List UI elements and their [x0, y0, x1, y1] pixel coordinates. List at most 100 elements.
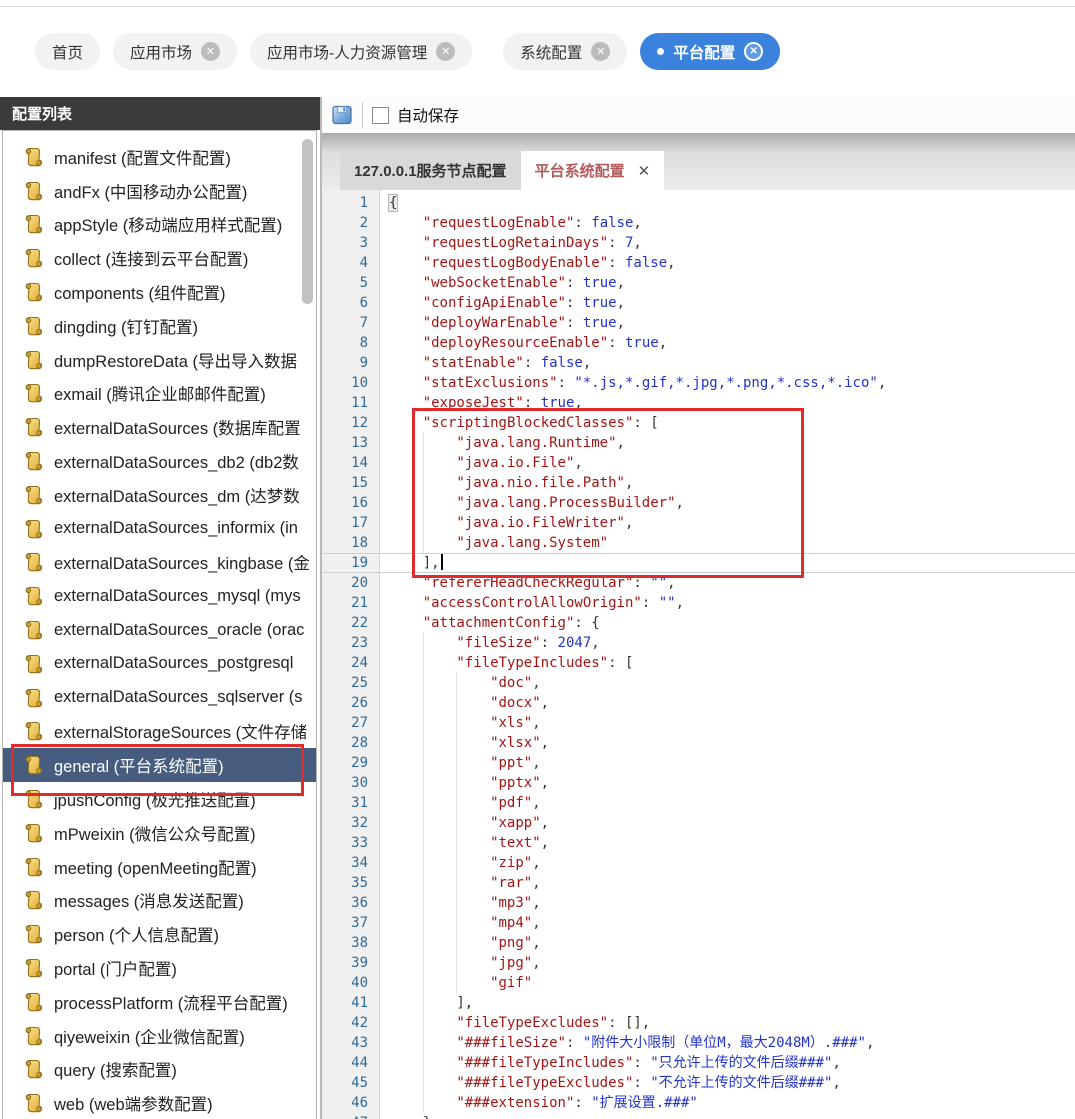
sidebar-item[interactable]: meeting (openMeeting配置) [3, 850, 316, 884]
sidebar-item[interactable]: dumpRestoreData (导出导入数据 [3, 343, 316, 377]
code-token: "fileSize" [456, 635, 541, 651]
sidebar-item[interactable]: externalDataSources_sqlserver (s [3, 681, 316, 715]
code-line[interactable]: "xls", [378, 713, 541, 733]
close-icon[interactable]: ✕ [436, 42, 456, 61]
sidebar-item[interactable]: appStyle (移动端应用样式配置) [3, 208, 316, 242]
sidebar-item[interactable]: portal (门户配置) [3, 951, 316, 985]
code-line[interactable]: "statEnable": false, [378, 353, 592, 373]
code-line[interactable]: "mp4", [378, 913, 541, 933]
code-line[interactable]: "attachmentConfig": { [378, 613, 600, 633]
code-line[interactable]: "###fileTypeIncludes": "只允许上传的文件后缀###", [378, 1053, 840, 1073]
code-line[interactable]: "requestLogEnable": false, [378, 213, 642, 233]
code-line[interactable]: "jpg", [378, 953, 541, 973]
nav-pill[interactable]: 系统配置 ✕ [503, 33, 628, 70]
nav-pill[interactable]: 首页 [35, 33, 101, 70]
code-line[interactable]: "deployWarEnable": true, [378, 313, 625, 333]
code-line[interactable]: "xapp", [378, 813, 549, 833]
sidebar-item[interactable]: externalStorageSources (文件存储 [3, 715, 316, 749]
indent-guide [389, 733, 423, 753]
code-line[interactable]: "doc", [378, 673, 541, 693]
code-line[interactable]: "java.nio.file.Path", [378, 473, 633, 493]
sidebar-item[interactable]: externalDataSources_oracle (orac [3, 613, 316, 647]
sidebar-item[interactable]: web (web端参数配置) [3, 1086, 316, 1119]
line-number: 24 [351, 655, 368, 671]
sidebar-item[interactable]: general (平台系统配置) [3, 748, 316, 783]
indent-guide [389, 1053, 423, 1073]
code-line[interactable]: "exposeJest": true, [378, 393, 583, 413]
code-line[interactable]: "pptx", [378, 773, 549, 793]
sidebar-item[interactable]: collect (连接到云平台配置) [3, 241, 316, 275]
code-line[interactable]: } [378, 1113, 431, 1119]
nav-pill[interactable]: 应用市场-人力资源管理 ✕ [250, 33, 473, 70]
code-line[interactable]: "fileTypeExcludes": [], [378, 1013, 650, 1033]
sidebar-item[interactable]: person (个人信息配置) [3, 917, 316, 951]
nav-pill[interactable]: 平台配置 ✕ [640, 33, 781, 70]
sidebar-item[interactable]: externalDataSources_mysql (mys [3, 579, 316, 613]
code-line[interactable]: "###extension": "扩展设置.###" [378, 1093, 697, 1113]
sidebar-item[interactable]: externalDataSources_informix (in [3, 512, 316, 546]
sidebar-item[interactable]: externalDataSources (数据库配置 [3, 410, 316, 444]
editor-tab[interactable]: 平台系统配置 ✕ [520, 151, 665, 190]
code-line[interactable]: "configApiEnable": true, [378, 293, 625, 313]
code-line[interactable]: "###fileTypeExcludes": "不允许上传的文件后缀###", [378, 1073, 840, 1093]
code-line[interactable]: "###fileSize": "附件大小限制（单位M，最大2048M）.###"… [378, 1033, 874, 1053]
sidebar-item[interactable]: externalDataSources_db2 (db2数 [3, 444, 316, 478]
sidebar-item[interactable]: manifest (配置文件配置) [3, 140, 316, 174]
sidebar-item[interactable]: externalDataSources_kingbase (金 [3, 546, 316, 580]
code-line[interactable]: "statExclusions": "*.js,*.gif,*.jpg,*.pn… [378, 373, 887, 393]
code-line[interactable]: "fileTypeIncludes": [ [378, 653, 633, 673]
sidebar-item[interactable]: messages (消息发送配置) [3, 884, 316, 918]
scrollbar-thumb[interactable] [302, 139, 313, 304]
code-line[interactable]: "fileSize": 2047, [378, 633, 599, 653]
code-line[interactable]: "accessControlAllowOrigin": "", [378, 593, 684, 613]
sidebar-item[interactable]: qiyeweixin (企业微信配置) [3, 1019, 316, 1053]
code-line[interactable]: "java.io.File", [378, 453, 582, 473]
code-line[interactable]: "deployResourceEnable": true, [378, 333, 667, 353]
code-line[interactable]: { [378, 193, 399, 213]
code-line[interactable]: "pdf", [378, 793, 541, 813]
code-line[interactable]: ], [378, 993, 473, 1013]
code-line[interactable]: "xlsx", [378, 733, 549, 753]
sidebar-item[interactable]: dingding (钉钉配置) [3, 309, 316, 343]
code-line[interactable]: "java.lang.ProcessBuilder", [378, 493, 684, 513]
code-line[interactable]: "java.lang.Runtime", [378, 433, 625, 453]
code-line[interactable]: ], [378, 553, 443, 573]
code-line[interactable]: "rar", [378, 873, 541, 893]
code-line[interactable]: "requestLogRetainDays": 7, [378, 233, 642, 253]
code-line[interactable]: "requestLogBodyEnable": false, [378, 253, 676, 273]
sidebar-item[interactable]: mPweixin (微信公众号配置) [3, 816, 316, 850]
code-line[interactable]: "java.io.FileWriter", [378, 513, 633, 533]
close-icon[interactable]: ✕ [201, 42, 221, 61]
autosave-checkbox[interactable] [372, 106, 389, 124]
sidebar-item[interactable]: andFx (中国移动办公配置) [3, 174, 316, 208]
save-button[interactable] [331, 104, 353, 126]
code-line[interactable]: "docx", [378, 693, 549, 713]
sidebar-item[interactable]: jpushConfig (极光推送配置) [3, 782, 316, 816]
code-line[interactable]: "png", [378, 933, 541, 953]
code-line[interactable]: "java.lang.System" [378, 533, 608, 553]
sidebar-item[interactable]: exmail (腾讯企业邮邮件配置) [3, 377, 316, 411]
code-line[interactable]: "scriptingBlockedClasses": [ [378, 413, 659, 433]
close-icon[interactable]: ✕ [744, 42, 764, 61]
sidebar-item[interactable]: externalDataSources_dm (达梦数 [3, 478, 316, 512]
close-icon[interactable]: ✕ [638, 162, 651, 180]
editor-tab[interactable]: 127.0.0.1服务节点配置 [340, 151, 521, 190]
code-line[interactable]: "gif" [378, 973, 532, 993]
sidebar-item[interactable]: processPlatform (流程平台配置) [3, 985, 316, 1019]
nav-pill[interactable]: 应用市场 ✕ [113, 33, 238, 70]
code-line[interactable]: "webSocketEnable": true, [378, 273, 625, 293]
sidebar-item-label: externalDataSources_postgresql [54, 654, 294, 673]
json-editor[interactable]: 1{2 "requestLogEnable": false, 3 "requestLo… [322, 190, 1075, 1119]
text-cursor [440, 554, 443, 570]
code-line[interactable]: "zip", [378, 853, 541, 873]
sidebar-item[interactable]: query (搜索配置) [3, 1053, 316, 1087]
code-row: 24 "fileTypeIncludes": [ [322, 653, 1075, 673]
code-line[interactable]: "refererHeadCheckRegular": "", [378, 573, 676, 593]
sidebar-item[interactable]: externalDataSources_postgresql [3, 647, 316, 681]
close-icon[interactable]: ✕ [591, 42, 611, 61]
sidebar-item[interactable]: components (组件配置) [3, 275, 316, 309]
code-line[interactable]: "ppt", [378, 753, 541, 773]
code-line[interactable]: "mp3", [378, 893, 541, 913]
line-number: 26 [351, 695, 368, 711]
code-line[interactable]: "text", [378, 833, 549, 853]
